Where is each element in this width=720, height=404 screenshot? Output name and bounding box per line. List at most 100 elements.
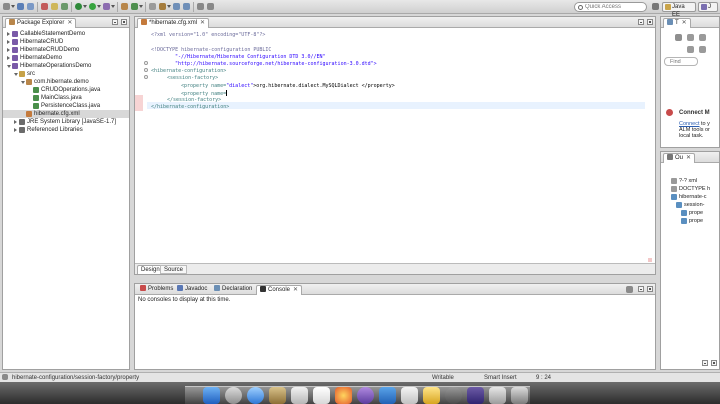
notes-icon[interactable]	[423, 387, 440, 404]
chevron-down-icon[interactable]	[139, 5, 143, 8]
annotation-next-icon[interactable]	[173, 3, 180, 10]
fold-toggle-icon[interactable]	[144, 61, 148, 65]
chevron-down-icon[interactable]	[7, 65, 11, 68]
save-all-icon[interactable]	[27, 3, 34, 10]
photos-icon[interactable]	[335, 387, 352, 404]
perspective-java-ee[interactable]: Java EE	[662, 2, 696, 18]
tree-item[interactable]: hibernate.cfg.xml	[3, 110, 129, 118]
tree-item[interactable]: CRUDOperations.java	[3, 86, 129, 94]
chevron-down-icon[interactable]	[11, 5, 15, 8]
open-perspective-icon[interactable]	[652, 3, 659, 10]
chevron-right-icon[interactable]	[7, 32, 10, 36]
new-class-icon[interactable]	[131, 3, 138, 10]
build-icon[interactable]	[51, 3, 58, 10]
maximize-icon[interactable]	[647, 286, 653, 292]
system-preferences-icon[interactable]	[445, 387, 462, 404]
view-menu-icon[interactable]	[699, 46, 706, 53]
back-icon[interactable]	[197, 3, 204, 10]
open-type-icon[interactable]	[149, 3, 156, 10]
external-tools-icon[interactable]	[103, 3, 110, 10]
tree-item[interactable]: MainClass.java	[3, 94, 129, 102]
chevron-down-icon[interactable]	[14, 73, 18, 76]
downloads-icon[interactable]	[489, 387, 506, 404]
tree-item[interactable]: HibernateOperationsDemo	[3, 62, 129, 70]
minimize-icon[interactable]	[638, 19, 644, 25]
save-icon[interactable]	[17, 3, 24, 10]
quick-access-input[interactable]	[585, 3, 645, 11]
forward-icon[interactable]	[207, 3, 214, 10]
trash-icon[interactable]	[511, 387, 528, 404]
tree-item[interactable]: Referenced Libraries	[3, 126, 129, 134]
filter-icon[interactable]	[687, 34, 694, 41]
tree-item[interactable]: CallableStatementDemo	[3, 30, 129, 38]
overview-error-marker[interactable]	[648, 258, 652, 262]
tab-task-list[interactable]: T ✕	[663, 18, 691, 28]
tab-declaration[interactable]: Declaration	[211, 285, 255, 295]
chevron-down-icon[interactable]	[167, 5, 171, 8]
tab-problems[interactable]: Problems	[137, 285, 176, 295]
safari-icon[interactable]	[247, 387, 264, 404]
chevron-right-icon[interactable]	[7, 40, 10, 44]
chevron-right-icon[interactable]	[14, 120, 17, 124]
focus-icon[interactable]	[687, 46, 694, 53]
chevron-right-icon[interactable]	[7, 48, 10, 52]
new-icon[interactable]	[3, 3, 10, 10]
search-icon[interactable]	[159, 3, 166, 10]
quick-access-field[interactable]	[574, 2, 647, 12]
find-input[interactable]	[670, 58, 696, 65]
launchpad-icon[interactable]	[225, 387, 242, 404]
tab-console[interactable]: Console ✕	[256, 285, 303, 295]
debug-run-icon[interactable]	[75, 3, 82, 10]
find-field[interactable]	[664, 57, 698, 66]
annotation-prev-icon[interactable]	[183, 3, 190, 10]
tab-hibernate-cfg[interactable]: *hibernate.cfg.xml ✕	[137, 18, 210, 28]
eclipse-icon[interactable]	[467, 387, 484, 404]
chevron-down-icon[interactable]	[111, 5, 115, 8]
close-icon[interactable]: ✕	[293, 287, 298, 293]
minimize-icon[interactable]	[638, 286, 644, 292]
app-store-icon[interactable]	[379, 387, 396, 404]
code-area[interactable]: <?xml version="1.0" encoding="UTF-8"?> <…	[135, 28, 655, 264]
close-icon[interactable]: ✕	[200, 20, 205, 26]
run-icon[interactable]	[89, 3, 96, 10]
close-icon[interactable]: ✕	[682, 20, 687, 26]
maximize-icon[interactable]	[711, 360, 717, 366]
server-icon[interactable]	[61, 3, 68, 10]
open-console-icon[interactable]	[626, 286, 633, 293]
fold-toggle-icon[interactable]	[144, 68, 148, 72]
close-icon[interactable]: ✕	[67, 20, 72, 26]
tab-package-explorer[interactable]: Package Explorer ✕	[5, 18, 77, 28]
minimize-icon[interactable]	[112, 19, 118, 25]
contacts-icon[interactable]	[291, 387, 308, 404]
itunes-icon[interactable]	[357, 387, 374, 404]
collapse-icon[interactable]	[699, 34, 706, 41]
mail-icon[interactable]	[269, 387, 286, 404]
tab-javadoc[interactable]: Javadoc	[174, 285, 210, 295]
perspective-java[interactable]: J	[698, 2, 718, 12]
maximize-icon[interactable]	[647, 19, 653, 25]
chevron-down-icon[interactable]	[21, 81, 25, 84]
new-package-icon[interactable]	[121, 3, 128, 10]
tab-source[interactable]: Source	[160, 265, 188, 274]
minimize-icon[interactable]	[702, 360, 708, 366]
debug-icon[interactable]	[41, 3, 48, 10]
tree-item[interactable]: HibernateCRUDDemo	[3, 46, 129, 54]
maximize-icon[interactable]	[121, 19, 127, 25]
tree-item[interactable]: com.hibernate.demo	[3, 78, 129, 86]
tab-outline[interactable]: Ou ✕	[663, 153, 696, 163]
chevron-down-icon[interactable]	[97, 5, 101, 8]
fast-view-icon[interactable]	[2, 374, 8, 380]
chevron-right-icon[interactable]	[7, 56, 10, 60]
new-task-icon[interactable]	[675, 34, 682, 41]
calendar-icon[interactable]	[313, 387, 330, 404]
tree-item[interactable]: PersistenceClass.java	[3, 102, 129, 110]
finder-icon[interactable]	[203, 387, 220, 404]
preview-icon[interactable]	[401, 387, 418, 404]
tree-item[interactable]: JRE System Library [JavaSE-1.7]	[3, 118, 129, 126]
fold-toggle-icon[interactable]	[144, 75, 148, 79]
tree-item[interactable]: src	[3, 70, 129, 78]
tree-item[interactable]: HibernateDemo	[3, 54, 129, 62]
close-icon[interactable]: ✕	[686, 155, 691, 161]
chevron-down-icon[interactable]	[83, 5, 87, 8]
chevron-right-icon[interactable]	[14, 128, 17, 132]
